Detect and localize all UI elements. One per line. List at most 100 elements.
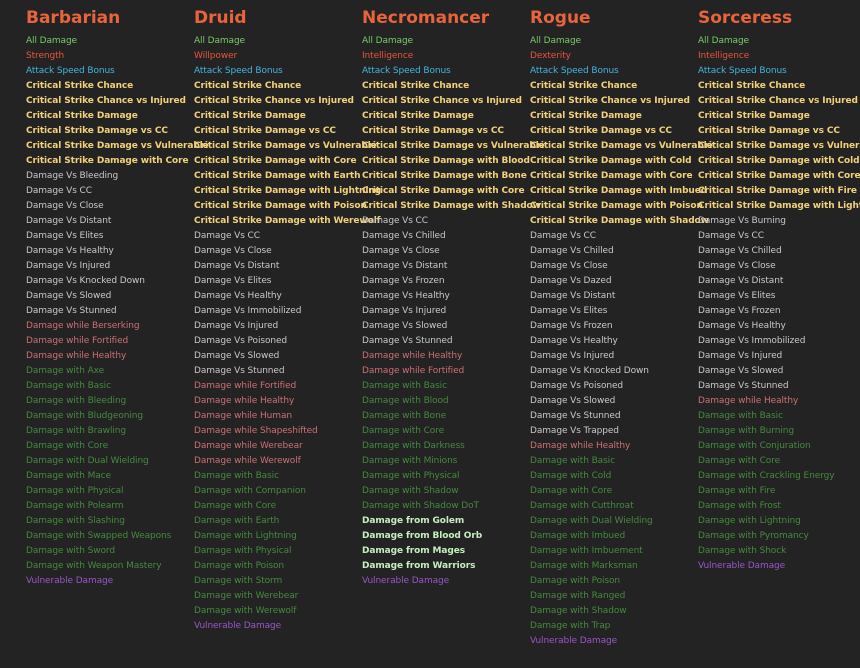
stat-item: Damage Vs CC	[26, 186, 92, 196]
stat-item: Critical Strike Damage vs CC	[530, 126, 672, 136]
stat-item: Damage Vs CC	[362, 216, 428, 226]
stat-item: Strength	[26, 51, 65, 61]
stat-item: Critical Strike Damage vs Vulnerable	[194, 141, 377, 151]
stat-item: Damage with Sword	[26, 546, 115, 556]
stat-item: Damage from Golem	[362, 516, 465, 526]
stat-item: Critical Strike Damage with Core	[362, 186, 525, 196]
stat-item: Intelligence	[362, 51, 414, 61]
stat-item: Damage with Physical	[194, 546, 292, 556]
stat-item: Damage Vs Injured	[362, 306, 447, 316]
stat-item: Damage Vs Frozen	[698, 306, 781, 316]
stat-item: Damage with Mace	[26, 471, 111, 481]
class-title: Druid	[194, 8, 247, 28]
stat-item: Damage Vs CC	[698, 231, 764, 241]
stat-item: Critical Strike Damage with Werewolf	[194, 216, 381, 226]
stat-item: Damage with Basic	[26, 381, 111, 391]
stat-item: Critical Strike Chance	[530, 81, 638, 91]
stat-item: Critical Strike Chance vs Injured	[362, 96, 522, 106]
stat-item: Damage with Marksman	[530, 561, 638, 571]
stat-item: Damage Vs Distant	[362, 261, 448, 271]
stat-item: Critical Strike Damage with Lightning	[698, 201, 860, 211]
stat-item: Damage Vs Slowed	[530, 396, 616, 406]
stat-item: Critical Strike Damage with Core	[194, 156, 357, 166]
stat-item: Damage with Darkness	[362, 441, 465, 451]
stat-item: Damage Vs Distant	[530, 291, 616, 301]
stat-item: Damage with Basic	[194, 471, 279, 481]
stat-list: All Damage Intelligence Attack Speed Bonus…	[698, 34, 860, 574]
stat-item: Damage Vs Close	[698, 261, 776, 271]
stat-item: Critical Strike Damage vs CC	[26, 126, 168, 136]
stat-item: Critical Strike Damage with Core	[698, 171, 860, 181]
stat-item: Damage with Swapped Weapons	[26, 531, 172, 541]
stat-item: Damage Vs Immobilized	[698, 336, 806, 346]
stat-item: Critical Strike Damage with Fire	[698, 186, 857, 196]
stat-item: Damage with Frost	[698, 501, 781, 511]
stat-item: Critical Strike Damage vs Vulnerable	[26, 141, 209, 151]
stat-item: Critical Strike Damage with Shadow	[530, 216, 709, 226]
stat-item: Damage while Berserking	[26, 321, 140, 331]
stat-item: Damage while Werewolf	[194, 456, 301, 466]
stat-item: Vulnerable Damage	[362, 576, 450, 586]
stat-item: Willpower	[194, 51, 238, 61]
stat-item: Damage with Trap	[530, 621, 611, 631]
column-sorceress: Sorceress All Damage Intelligence Attack S…	[698, 6, 860, 574]
stat-item: Damage Vs Poisoned	[194, 336, 288, 346]
stat-item: Damage while Healthy	[530, 441, 631, 451]
stat-item: Damage Vs Slowed	[26, 291, 112, 301]
stat-item: Damage with Brawling	[26, 426, 126, 436]
stat-item: Damage Vs Slowed	[362, 321, 448, 331]
stat-item: Critical Strike Damage with Cold	[698, 156, 860, 166]
class-title: Necromancer	[362, 8, 490, 28]
column-druid: Druid All Damage Willpower Attack Speed Bo…	[194, 6, 381, 634]
stat-item: Critical Strike Damage	[530, 111, 642, 121]
stat-item: Damage with Pyromancy	[698, 531, 809, 541]
column-barbarian: Barbarian All Damage Strength Attack Speed…	[26, 6, 209, 589]
stat-item: Damage Vs Distant	[698, 276, 784, 286]
stat-item: Critical Strike Damage with Poison	[194, 201, 367, 211]
stat-item: Damage Vs Chilled	[362, 231, 446, 241]
stat-item: Damage Vs CC	[530, 231, 596, 241]
stat-item: Damage with Polearm	[26, 501, 124, 511]
stat-item: Damage with Earth	[194, 516, 280, 526]
stat-item: Damage with Werebear	[194, 591, 299, 601]
stat-item: Damage from Warriors	[362, 561, 476, 571]
stat-item: Damage Vs Injured	[194, 321, 279, 331]
stat-list: All Damage Intelligence Attack Speed Bonus…	[362, 34, 545, 589]
stat-item: Damage Vs Close	[26, 201, 104, 211]
class-title: Sorceress	[698, 8, 793, 28]
stat-item: Damage while Werebear	[194, 441, 303, 451]
stat-item: Damage Vs Bleeding	[26, 171, 119, 181]
stat-item: Damage with Lightning	[698, 516, 801, 526]
stat-item: Critical Strike Chance vs Injured	[698, 96, 858, 106]
stat-list: All Damage Willpower Attack Speed Bonus Cri…	[194, 34, 381, 634]
stat-item: All Damage	[698, 36, 749, 46]
stat-item: Damage Vs Immobilized	[194, 306, 302, 316]
stat-list: All Damage Dexterity Attack Speed Bonus Cri…	[530, 34, 713, 649]
stat-item: Damage Vs Close	[530, 261, 608, 271]
stat-item: Damage Vs Stunned	[26, 306, 117, 316]
stat-item: Damage with Ranged	[530, 591, 626, 601]
stat-item: Damage with Companion	[194, 486, 306, 496]
stat-item: Critical Strike Damage with Cold	[530, 156, 692, 166]
stat-item: Damage with Physical	[26, 486, 124, 496]
class-title: Rogue	[530, 8, 591, 28]
stat-item: Damage with Imbued	[530, 531, 626, 541]
stat-item: Critical Strike Damage vs Vulnerable	[698, 141, 860, 151]
stat-item: Critical Strike Damage with Shadow	[362, 201, 541, 211]
stat-item: Damage Vs Trapped	[530, 426, 619, 436]
stat-item: Attack Speed Bonus	[26, 66, 115, 76]
stat-item: Damage Vs Distant	[26, 216, 112, 226]
stat-item: Damage Vs Poisoned	[530, 381, 624, 391]
stat-item: Damage with Shadow DoT	[362, 501, 479, 511]
stat-item: Critical Strike Damage	[698, 111, 810, 121]
stat-item: Damage while Healthy	[26, 351, 127, 361]
stat-item: Damage with Cold	[530, 471, 612, 481]
stat-item: Damage with Poison	[530, 576, 621, 586]
stat-item: Damage Vs Chilled	[698, 246, 782, 256]
stat-item: Damage Vs Distant	[194, 261, 280, 271]
stat-item: Damage with Axe	[26, 366, 105, 376]
stat-item: All Damage	[530, 36, 581, 46]
stat-item: Critical Strike Damage with Lightning	[194, 186, 381, 196]
stat-item: Critical Strike Damage with Imbued	[530, 186, 708, 196]
stat-item: Damage while Shapeshifted	[194, 426, 318, 436]
